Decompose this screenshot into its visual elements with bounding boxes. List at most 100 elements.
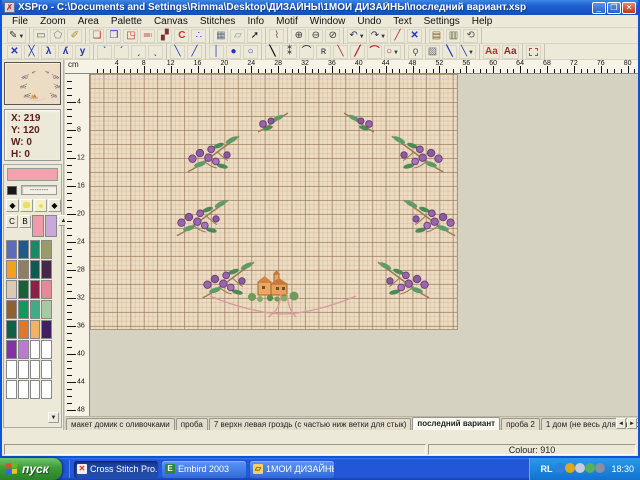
backstitch-up-button[interactable]: ╱	[187, 45, 202, 59]
palette-swatch-r1c3[interactable]	[41, 260, 52, 279]
palette-swatch-r3c3[interactable]	[41, 300, 52, 319]
pattern-tab-3[interactable]: последний вариант	[412, 417, 500, 430]
rotate-tool[interactable]: C	[174, 29, 189, 43]
palette-swatch-r4c1[interactable]	[18, 320, 29, 339]
current-color-swatch[interactable]	[7, 168, 58, 181]
header-swatch-1[interactable]	[45, 215, 57, 237]
petite-stitch-br-button[interactable]: ˎ	[148, 45, 163, 59]
circle-red-button-dropdown-icon[interactable]: ▼	[393, 50, 399, 56]
close-button[interactable]: ✕	[622, 2, 636, 14]
thread-button[interactable]: ⌇	[269, 29, 284, 43]
motif-flip-tool[interactable]: ▞	[157, 29, 172, 43]
start-button[interactable]: пуск	[0, 458, 62, 480]
dashed-select-button[interactable]	[526, 45, 541, 59]
pattern-tab-2[interactable]: 7 верхн левая гроздь (с частью ниж ветки…	[209, 418, 412, 430]
tray-icon-dark[interactable]	[595, 463, 605, 473]
palette-swatch-r5c2[interactable]	[30, 340, 41, 359]
menu-info[interactable]: Info	[241, 16, 270, 27]
palette-swatch-r7c1[interactable]	[18, 380, 29, 399]
cross-mode-button[interactable]: C	[6, 215, 18, 228]
undo-button-dropdown-icon[interactable]: ▼	[359, 34, 365, 40]
palette-swatch-r6c3[interactable]	[41, 360, 52, 379]
pencil-tool[interactable]: ✎▼	[7, 29, 26, 43]
pen-light-button-dropdown-icon[interactable]: ▼	[468, 50, 474, 56]
petite-stitch-tr-button[interactable]: ˊ	[114, 45, 129, 59]
bead-filled-button[interactable]: ●	[226, 45, 241, 59]
three-quarter-stitch-button[interactable]: ╳	[24, 45, 39, 59]
import-button[interactable]: ▤	[429, 29, 444, 43]
task-button-2[interactable]: ▱1МОИ ДИЗАЙНЫ	[250, 461, 334, 478]
sheet-button[interactable]: ▱	[230, 29, 245, 43]
curve-black-button[interactable]: ⌒	[299, 45, 314, 59]
palette-swatch-r2c2[interactable]	[30, 280, 41, 299]
pen-dark-button[interactable]: ╲	[442, 45, 457, 59]
palette-swatch-r0c1[interactable]	[18, 240, 29, 259]
text-color-button[interactable]: Aa	[483, 45, 500, 59]
double-stitch-button[interactable]: ⁑	[282, 45, 297, 59]
stitch-canvas[interactable]	[90, 74, 458, 330]
menu-zoom[interactable]: Zoom	[34, 16, 72, 27]
menu-canvas[interactable]: Canvas	[148, 16, 194, 27]
pattern-tab-4[interactable]: проба 2	[501, 418, 540, 430]
palette-swatch-r4c0[interactable]	[6, 320, 17, 339]
pattern-tab-1[interactable]: проба	[176, 418, 208, 430]
palette-swatch-r2c3[interactable]	[41, 280, 52, 299]
longstitch-red-button[interactable]: ╱	[350, 45, 365, 59]
palette-swatch-r7c0[interactable]	[6, 380, 17, 399]
menu-stitches[interactable]: Stitches	[194, 16, 242, 27]
palette-swatch-r1c1[interactable]	[18, 260, 29, 279]
diamond-right-button[interactable]: ◆	[48, 199, 61, 212]
task-button-0[interactable]: ✕Cross Stitch Pro...	[74, 461, 158, 478]
curve-red-button[interactable]: ⌒	[367, 45, 382, 59]
full-cross-stitch-button[interactable]: ✕	[7, 45, 22, 59]
header-swatch-0[interactable]	[32, 215, 44, 237]
palette-swatch-r7c2[interactable]	[30, 380, 41, 399]
palette-swatch-r4c2[interactable]	[30, 320, 41, 339]
pattern-repeat-tool[interactable]: ∴	[191, 29, 206, 43]
motif-exclude-tool[interactable]: ≕	[140, 29, 155, 43]
menu-help[interactable]: Help	[466, 16, 499, 27]
quarter-stitch-button[interactable]: y	[75, 45, 90, 59]
menu-file[interactable]: File	[6, 16, 34, 27]
menu-text[interactable]: Text	[387, 16, 417, 27]
palette-swatch-r4c3[interactable]	[41, 320, 52, 339]
tray-icon-blue[interactable]	[555, 463, 565, 473]
palette-swatch-r0c0[interactable]	[6, 240, 17, 259]
motif-paste-tool[interactable]: ❐	[106, 29, 121, 43]
palette-swatch-r5c3[interactable]	[41, 340, 52, 359]
highlight-color-button[interactable]	[20, 199, 33, 212]
zoom-out-button[interactable]: ⊖	[308, 29, 323, 43]
task-button-1[interactable]: EEmbird 2003	[162, 461, 246, 478]
refresh-button[interactable]: ⟲	[463, 29, 478, 43]
highlight-small-button[interactable]	[34, 199, 47, 212]
motif-copy-tool[interactable]: ❏	[89, 29, 104, 43]
maximize-button[interactable]: ❐	[607, 2, 621, 14]
palette-swatch-r1c0[interactable]	[6, 260, 17, 279]
palette-scroll-down-button[interactable]: ▼	[48, 412, 59, 423]
zoom-region-button[interactable]: ⊘	[325, 29, 340, 43]
backstitch-down-button[interactable]: ╲	[170, 45, 185, 59]
export-button[interactable]: ▥	[446, 29, 461, 43]
couching-button[interactable]: ʀ	[316, 45, 331, 59]
grid-options-button[interactable]: ▦	[213, 29, 228, 43]
fabric-pattern-button[interactable]: ▨	[425, 45, 440, 59]
tab-scroll-left-button[interactable]: ◄	[616, 418, 626, 429]
tray-icon-green[interactable]	[585, 463, 595, 473]
rect-select-tool[interactable]: ▭	[33, 29, 48, 43]
menu-palette[interactable]: Palette	[105, 16, 148, 27]
petite-stitch-bl-button[interactable]: ˏ	[131, 45, 146, 59]
menu-motif[interactable]: Motif	[270, 16, 304, 27]
draw-pen-button[interactable]: ╱	[390, 29, 405, 43]
menu-area[interactable]: Area	[72, 16, 105, 27]
palette-swatch-r5c1[interactable]	[18, 340, 29, 359]
palette-swatch-r6c1[interactable]	[18, 360, 29, 379]
half-stitch-back-button[interactable]: λ	[41, 45, 56, 59]
palette-swatch-r0c2[interactable]	[30, 240, 41, 259]
thread-code-field[interactable]: --------	[21, 185, 57, 195]
backstitch-black-button[interactable]: ╲	[265, 45, 280, 59]
longstitch-button[interactable]: │	[209, 45, 224, 59]
text-button[interactable]: Aa	[502, 45, 519, 59]
tray-icon-gray[interactable]	[575, 463, 585, 473]
freehand-select-tool[interactable]: ✐	[67, 29, 82, 43]
palette-swatch-r2c0[interactable]	[6, 280, 17, 299]
